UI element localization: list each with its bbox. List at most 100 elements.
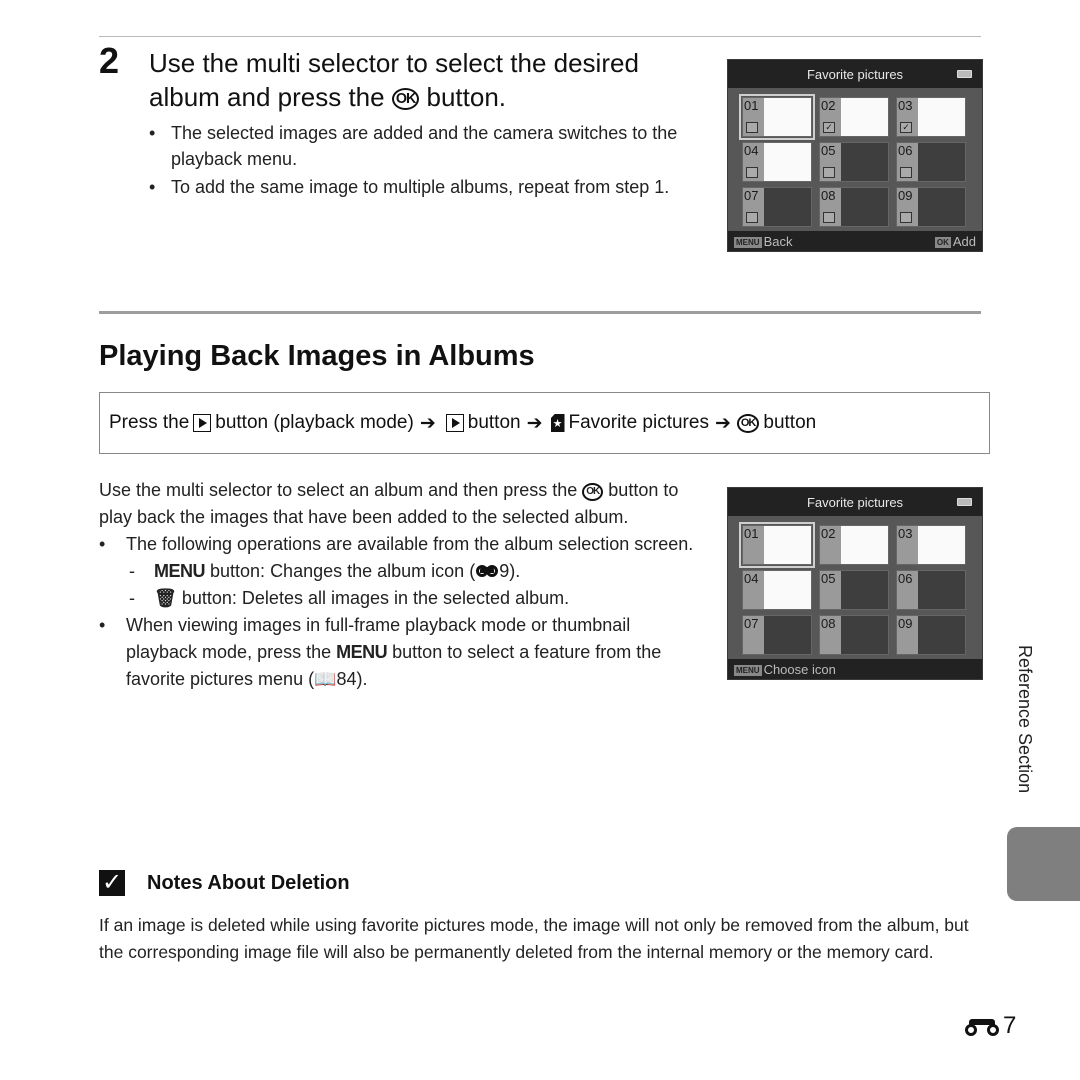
empty-thumbnail <box>918 143 965 181</box>
note-header: ✓ Notes About Deletion <box>99 870 350 896</box>
step-title-text-end: button. <box>426 82 507 112</box>
menu-operation-text: button: Changes the album icon ( <box>210 561 476 581</box>
album-slot[interactable]: 06 <box>896 570 966 610</box>
add-hint: OK Add <box>934 234 976 249</box>
album-number: 08 <box>820 616 841 654</box>
album-thumbnail <box>918 526 965 564</box>
album-number: 07 <box>743 616 764 654</box>
camera-screen-add: Favorite pictures 01 02 ✓ 03 ✓ 04 05 06 07 08 09 M… <box>727 59 983 252</box>
step-bullet: The selected images are added and the ca… <box>149 120 709 172</box>
album-slot[interactable]: 04 <box>742 570 812 610</box>
checked-box-icon[interactable]: ✓ <box>900 122 912 133</box>
checked-box-icon[interactable]: ✓ <box>823 122 835 133</box>
album-slot[interactable]: 01 <box>739 522 815 568</box>
ok-key-icon: OK <box>934 236 951 248</box>
album-grid: 01 02 ✓ 03 ✓ 04 05 06 07 08 09 <box>728 88 982 231</box>
album-number: 01 <box>743 526 764 564</box>
album-slot[interactable]: 03 <box>896 525 966 565</box>
empty-thumbnail <box>841 188 888 226</box>
page-number: 7 <box>965 1012 1016 1040</box>
screen-title: Favorite pictures <box>806 494 904 510</box>
book-icon: 📖 <box>314 669 337 689</box>
step-title: Use the multi selector to select the des… <box>149 46 709 114</box>
menu-button-icon: MENU <box>336 642 388 662</box>
back-label: Back <box>763 233 793 249</box>
album-slot[interactable]: 08 <box>819 615 889 655</box>
menu-key-icon: MENU <box>734 664 762 676</box>
path-text: Press the <box>109 412 190 433</box>
album-slot[interactable]: 04 <box>742 142 812 182</box>
album-thumbnail <box>764 526 811 564</box>
album-slot[interactable]: 07 <box>742 615 812 655</box>
album-thumbnail <box>764 98 811 136</box>
checkbox-icon[interactable] <box>900 167 912 178</box>
arrow-icon: ➔ <box>419 412 436 434</box>
album-thumbnail <box>841 526 888 564</box>
playback-button-icon <box>445 414 464 432</box>
path-step-favorite-pictures: Favorite pictures <box>568 412 709 433</box>
album-slot[interactable]: 05 <box>819 570 889 610</box>
empty-thumbnail <box>841 143 888 181</box>
checkbox-icon[interactable] <box>746 167 758 178</box>
album-slot[interactable]: 09 <box>896 615 966 655</box>
camera-screen-choose: Favorite pictures 01 02 03 04 05 06 07 08 09 MEN… <box>727 487 983 680</box>
section-tab[interactable] <box>1007 827 1080 901</box>
arrow-icon: ➔ <box>526 412 543 434</box>
album-thumbnail <box>764 143 811 181</box>
reference-link[interactable]: 9). <box>499 561 520 581</box>
page-number-text: 7 <box>1003 1012 1017 1039</box>
empty-thumbnail <box>918 571 965 609</box>
section-title: Playing Back Images in Albums <box>99 340 535 372</box>
album-number: 04 <box>743 571 764 609</box>
album-slot[interactable]: 05 <box>819 142 889 182</box>
choose-icon-hint: MENU Choose icon <box>734 662 836 677</box>
album-slot[interactable]: 09 <box>896 187 966 227</box>
reference-icon <box>476 564 499 577</box>
menu-button-icon: MENU <box>154 561 206 581</box>
empty-thumbnail <box>918 188 965 226</box>
arrow-icon: ➔ <box>714 412 731 434</box>
battery-icon <box>957 70 972 78</box>
checkbox-icon[interactable] <box>746 212 758 223</box>
screen-footer: MENU Back OK Add <box>728 231 982 251</box>
note-body: If an image is deleted while using favor… <box>99 915 969 962</box>
page-reference-link[interactable]: 84). <box>337 669 368 689</box>
intro-text: Use the multi selector to select an albu… <box>99 480 578 500</box>
album-slot[interactable]: 08 <box>819 187 889 227</box>
empty-thumbnail <box>764 188 811 226</box>
section-body: Use the multi selector to select an albu… <box>99 477 699 693</box>
checkbox-icon[interactable] <box>823 212 835 223</box>
step-bullets: The selected images are added and the ca… <box>149 120 709 202</box>
album-slot[interactable]: 06 <box>896 142 966 182</box>
album-number: 03 <box>897 526 918 564</box>
album-slot[interactable]: 07 <box>742 187 812 227</box>
album-thumbnail <box>764 571 811 609</box>
playback-menu-bullet: When viewing images in full-frame playba… <box>99 612 699 693</box>
step-number: 2 <box>99 40 120 81</box>
checkmark-icon: ✓ <box>99 870 125 896</box>
screen-header: Favorite pictures <box>728 60 982 88</box>
album-thumbnail <box>841 98 888 136</box>
album-slot[interactable]: 02 ✓ <box>819 97 889 137</box>
menu-operation: MENU button: Changes the album icon ( 9). <box>99 558 699 585</box>
navigation-path: Press the button (playback mode) ➔ butto… <box>99 392 990 454</box>
album-slot[interactable]: 03 ✓ <box>896 97 966 137</box>
reference-section-label: Reference Section <box>1015 645 1035 794</box>
step-bullet: To add the same image to multiple albums… <box>149 174 709 200</box>
album-grid: 01 02 03 04 05 06 07 08 09 <box>728 516 982 659</box>
checkbox-icon[interactable] <box>823 167 835 178</box>
note-title: Notes About Deletion <box>147 871 350 894</box>
album-number: 06 <box>897 571 918 609</box>
section-rule <box>99 311 981 314</box>
checkbox-icon[interactable] <box>746 122 758 133</box>
ok-button-icon: OK <box>736 413 760 433</box>
album-number: 09 <box>897 616 918 654</box>
album-slot[interactable]: 02 <box>819 525 889 565</box>
checkbox-icon[interactable] <box>900 212 912 223</box>
back-hint: MENU Back <box>734 234 792 249</box>
delete-operation-text: button: Deletes all images in the select… <box>181 588 570 608</box>
album-slot[interactable]: 01 <box>739 94 815 140</box>
intro-paragraph: Use the multi selector to select an albu… <box>99 477 699 531</box>
path-step-button: button <box>467 412 521 433</box>
empty-thumbnail <box>918 616 965 654</box>
